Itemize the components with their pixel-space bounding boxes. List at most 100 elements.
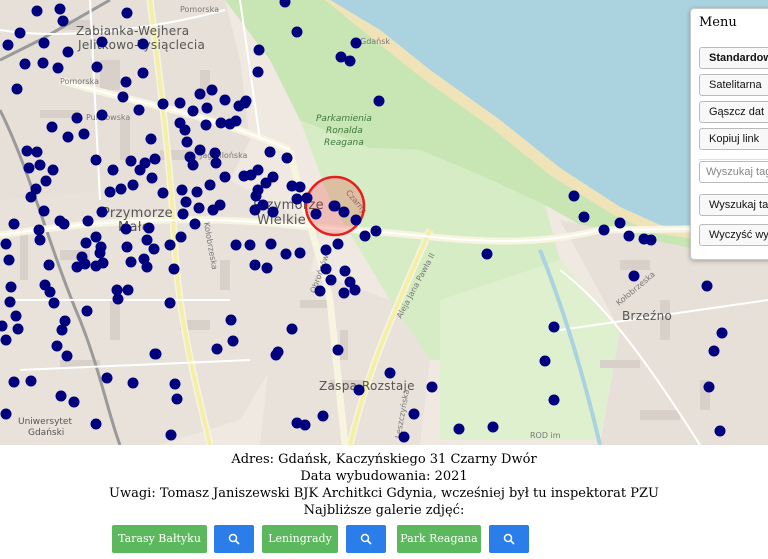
- map-marker[interactable]: [210, 157, 222, 169]
- map-marker[interactable]: [169, 378, 181, 390]
- map-marker[interactable]: [23, 162, 35, 174]
- map-marker[interactable]: [708, 345, 720, 357]
- map-marker[interactable]: [47, 164, 59, 176]
- map-marker[interactable]: [134, 164, 146, 176]
- map-marker[interactable]: [350, 37, 362, 49]
- map-marker[interactable]: [0, 408, 12, 420]
- map-marker[interactable]: [133, 104, 145, 116]
- map-marker[interactable]: [598, 224, 610, 236]
- map-marker[interactable]: [181, 136, 193, 148]
- map-marker[interactable]: [294, 247, 306, 259]
- map-marker[interactable]: [11, 83, 23, 95]
- map-marker[interactable]: [373, 95, 385, 107]
- map-marker[interactable]: [487, 421, 499, 433]
- map-marker[interactable]: [90, 231, 102, 243]
- map-marker[interactable]: [40, 175, 52, 187]
- map-marker[interactable]: [2, 39, 14, 51]
- map-marker[interactable]: [68, 396, 80, 408]
- gallery-button-park-reagana[interactable]: Park Reagana: [397, 525, 481, 553]
- map-marker[interactable]: [338, 206, 350, 218]
- map-marker[interactable]: [121, 241, 133, 253]
- map-marker[interactable]: [193, 202, 205, 214]
- map-marker[interactable]: [5, 281, 17, 293]
- map-marker[interactable]: [38, 37, 50, 49]
- map-marker[interactable]: [58, 218, 70, 230]
- map-marker[interactable]: [52, 62, 64, 74]
- map-marker[interactable]: [578, 211, 590, 223]
- map-marker[interactable]: [280, 248, 292, 260]
- map-marker[interactable]: [127, 179, 139, 191]
- map-marker[interactable]: [349, 284, 361, 296]
- map-marker[interactable]: [19, 58, 31, 70]
- map-marker[interactable]: [55, 390, 67, 402]
- gallery-search-button[interactable]: [489, 525, 529, 553]
- search-tags-button[interactable]: Wyszukaj tagi: [699, 194, 768, 216]
- map-marker[interactable]: [157, 98, 169, 110]
- map-marker[interactable]: [187, 105, 199, 117]
- map-marker[interactable]: [294, 181, 306, 193]
- map-marker[interactable]: [189, 218, 201, 230]
- map-marker[interactable]: [127, 377, 139, 389]
- map-marker[interactable]: [176, 184, 188, 196]
- map-marker[interactable]: [54, 3, 66, 15]
- map-marker[interactable]: [174, 97, 186, 109]
- map-marker[interactable]: [115, 183, 127, 195]
- map-marker[interactable]: [257, 199, 269, 211]
- map-marker[interactable]: [339, 265, 351, 277]
- map-marker[interactable]: [219, 94, 231, 106]
- map-marker[interactable]: [104, 186, 116, 198]
- map-marker[interactable]: [320, 244, 332, 256]
- map-marker[interactable]: [164, 297, 176, 309]
- map-marker[interactable]: [149, 348, 161, 360]
- map-marker[interactable]: [48, 297, 60, 309]
- map-marker[interactable]: [325, 274, 337, 286]
- map-marker[interactable]: [281, 152, 293, 164]
- map-marker[interactable]: [227, 335, 239, 347]
- map-marker[interactable]: [219, 171, 231, 183]
- map-marker[interactable]: [82, 215, 94, 227]
- map-marker[interactable]: [125, 155, 137, 167]
- map-marker[interactable]: [44, 286, 56, 298]
- tag-search-input[interactable]: Wyszukaj tagi: [699, 161, 768, 183]
- map-marker[interactable]: [91, 61, 103, 73]
- map-marker[interactable]: [0, 320, 8, 332]
- map-marker[interactable]: [645, 234, 657, 246]
- map-marker[interactable]: [201, 102, 213, 114]
- map-marker[interactable]: [21, 145, 33, 157]
- satellite-map-button[interactable]: Satelitarna: [699, 74, 768, 96]
- map-marker[interactable]: [214, 199, 226, 211]
- map-marker[interactable]: [177, 208, 189, 220]
- map-marker[interactable]: [121, 7, 133, 19]
- map-marker[interactable]: [12, 323, 24, 335]
- map-marker[interactable]: [249, 259, 261, 271]
- map-marker[interactable]: [101, 372, 113, 384]
- map-marker[interactable]: [62, 131, 74, 143]
- map-marker[interactable]: [137, 67, 149, 79]
- map-marker[interactable]: [57, 15, 69, 27]
- map-marker[interactable]: [250, 190, 262, 202]
- marker-layer[interactable]: [0, 0, 768, 445]
- map-marker[interactable]: [384, 367, 396, 379]
- map-marker[interactable]: [301, 192, 313, 204]
- gallery-search-button[interactable]: [346, 525, 386, 553]
- map-marker[interactable]: [548, 394, 560, 406]
- map-marker[interactable]: [97, 257, 109, 269]
- map-marker[interactable]: [310, 208, 322, 220]
- map-marker[interactable]: [14, 27, 26, 39]
- standard-map-button[interactable]: Standardowa: [699, 47, 768, 69]
- map-marker[interactable]: [453, 423, 465, 435]
- map-marker[interactable]: [265, 238, 277, 250]
- map-marker[interactable]: [187, 159, 199, 171]
- map-marker[interactable]: [264, 146, 276, 158]
- map-marker[interactable]: [10, 310, 22, 322]
- map-marker[interactable]: [96, 109, 108, 121]
- gallery-button-tarasy[interactable]: Tarasy Bałtyku: [112, 525, 207, 553]
- map-marker[interactable]: [30, 183, 42, 195]
- map-marker[interactable]: [359, 230, 371, 242]
- date-density-button[interactable]: Gąszcz dat: [699, 101, 768, 123]
- map-marker[interactable]: [332, 238, 344, 250]
- map-marker[interactable]: [320, 263, 332, 275]
- map-marker[interactable]: [143, 222, 155, 234]
- map-marker[interactable]: [194, 88, 206, 100]
- map-marker[interactable]: [31, 146, 43, 158]
